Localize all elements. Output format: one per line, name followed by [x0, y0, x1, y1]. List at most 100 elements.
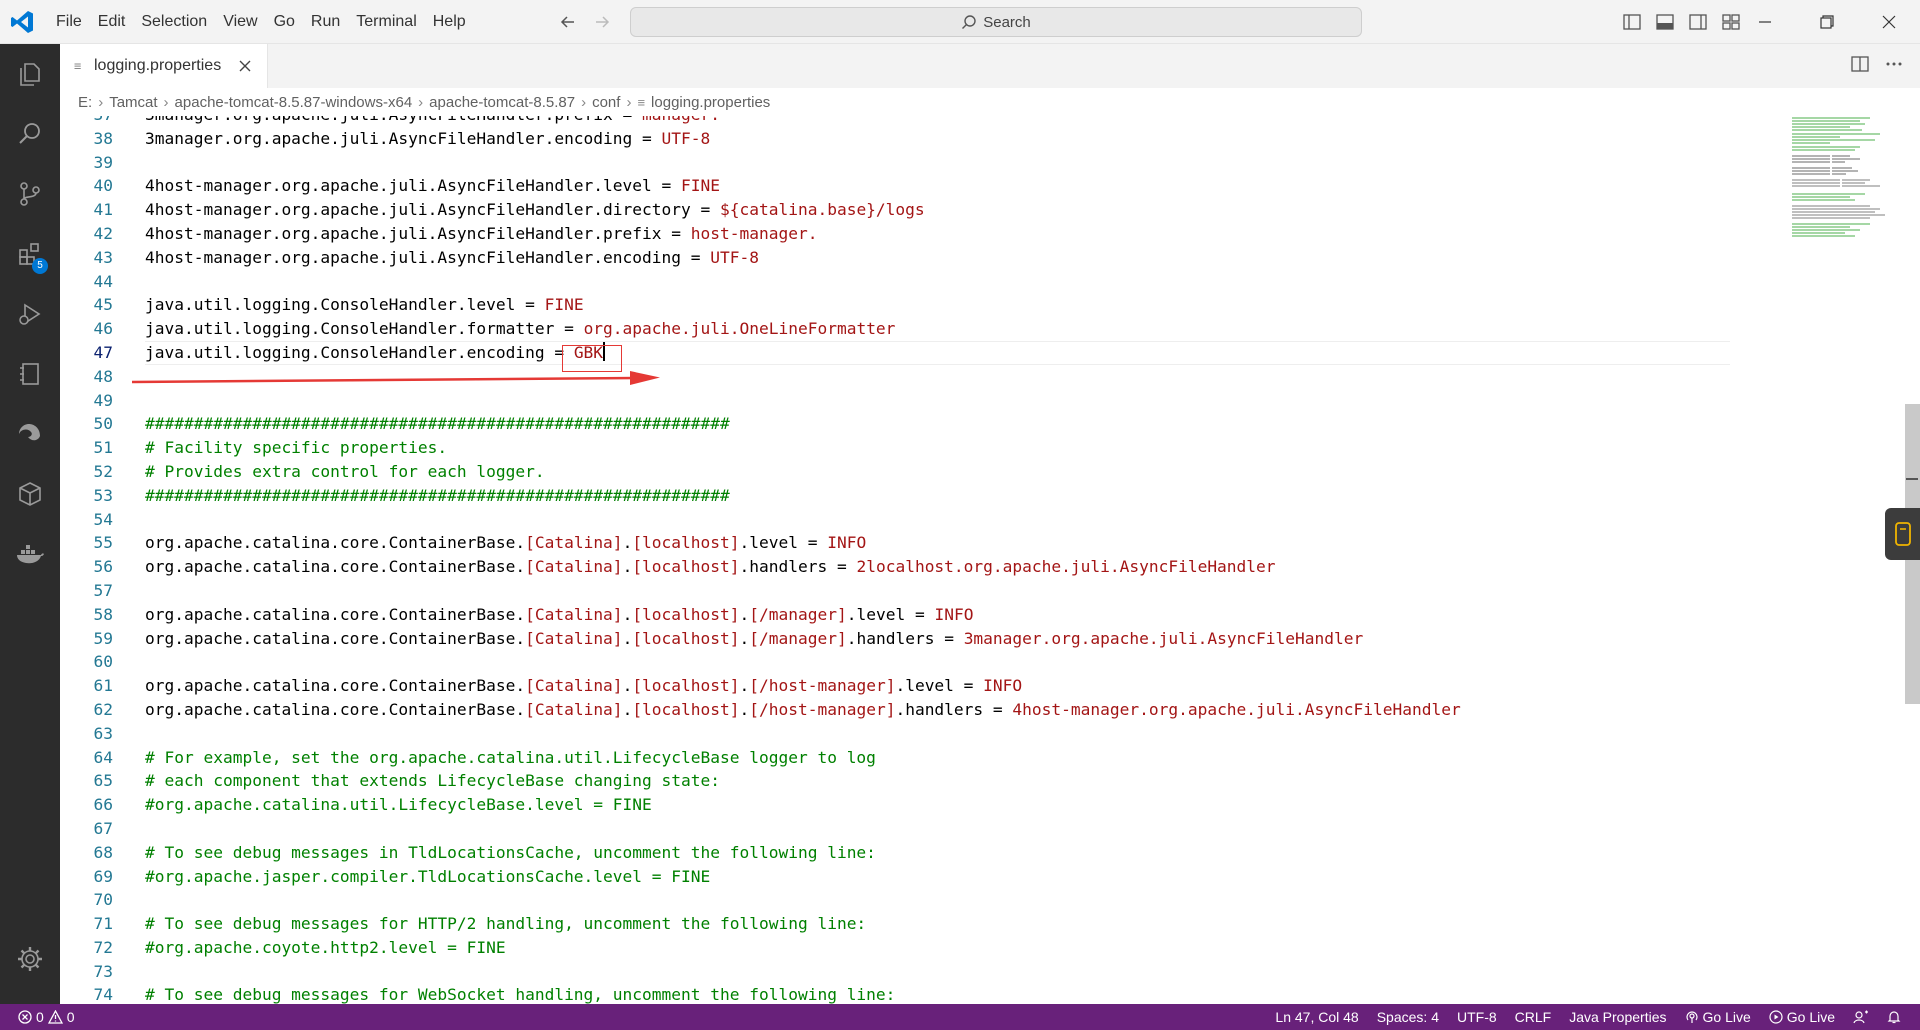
- menu-selection[interactable]: Selection: [133, 8, 215, 36]
- code-line[interactable]: 55 org.apache.catalina.core.ContainerBase…: [60, 531, 1860, 555]
- code-line[interactable]: 57: [60, 579, 1860, 603]
- menu-help[interactable]: Help: [425, 8, 474, 36]
- code-line[interactable]: 37 3manager.org.apache.juli.AsyncFileHand…: [60, 116, 1860, 127]
- minimap[interactable]: [1790, 116, 1900, 276]
- go-live-button[interactable]: Go Live: [1676, 1009, 1760, 1025]
- code-line[interactable]: 64 # For example, set the org.apache.cata…: [60, 746, 1860, 770]
- language-mode[interactable]: Java Properties: [1560, 1009, 1675, 1025]
- code-line[interactable]: 45 java.util.logging.ConsoleHandler.level…: [60, 293, 1860, 317]
- code-line[interactable]: 38 3manager.org.apache.juli.AsyncFileHand…: [60, 127, 1860, 151]
- code-line[interactable]: 72 #org.apache.coyote.http2.level = FINE: [60, 936, 1860, 960]
- property-value: INFO: [827, 533, 867, 553]
- edge-devtools-icon[interactable]: [0, 404, 60, 464]
- search-sidebar-icon[interactable]: [0, 104, 60, 164]
- close-icon[interactable]: [235, 56, 255, 76]
- line-number: 71: [93, 914, 114, 934]
- close-window-icon[interactable]: [1858, 0, 1920, 44]
- line-number: 72: [93, 937, 114, 957]
- menu-view[interactable]: View: [215, 8, 265, 36]
- code-line[interactable]: 73: [60, 960, 1860, 984]
- code-line[interactable]: 53 ######################################…: [60, 484, 1860, 508]
- code-line[interactable]: 68 # To see debug messages in TldLocation…: [60, 841, 1860, 865]
- code-line[interactable]: 49: [60, 389, 1860, 413]
- code-line[interactable]: 41 4host-manager.org.apache.juli.AsyncFil…: [60, 198, 1860, 222]
- code-line[interactable]: 42 4host-manager.org.apache.juli.AsyncFil…: [60, 222, 1860, 246]
- property-key: 4host-manager.org.apache.juli.AsyncFileH…: [145, 176, 682, 196]
- split-editor-icon[interactable]: [1850, 54, 1870, 78]
- code-line[interactable]: 52 # Provides extra control for each logg…: [60, 460, 1860, 484]
- code-line[interactable]: 58 org.apache.catalina.core.ContainerBase…: [60, 603, 1860, 627]
- property-key: .: [739, 699, 750, 719]
- code-line[interactable]: 69 #org.apache.jasper.compiler.TldLocatio…: [60, 865, 1860, 889]
- code-line[interactable]: 40 4host-manager.org.apache.juli.AsyncFil…: [60, 174, 1860, 198]
- code-line[interactable]: 44: [60, 270, 1860, 294]
- code-line[interactable]: 65 # each component that extends Lifecycl…: [60, 769, 1860, 793]
- forward-arrow-icon[interactable]: [590, 10, 614, 34]
- menu-go[interactable]: Go: [266, 8, 303, 36]
- code-line[interactable]: 70: [60, 888, 1860, 912]
- line-number: 58: [93, 604, 114, 624]
- extensions-icon[interactable]: 5: [0, 224, 60, 284]
- editor-actions: [1850, 54, 1904, 78]
- code-line[interactable]: 71 # To see debug messages for HTTP/2 han…: [60, 912, 1860, 936]
- package-box-icon[interactable]: [0, 464, 60, 524]
- code-line[interactable]: 56 org.apache.catalina.core.ContainerBase…: [60, 555, 1860, 579]
- breadcrumb-conf[interactable]: conf: [592, 94, 620, 111]
- code-line[interactable]: 46 java.util.logging.ConsoleHandler.forma…: [60, 317, 1860, 341]
- breadcrumb-tomcat[interactable]: apache-tomcat-8.5.87: [429, 94, 575, 111]
- notifications-bell-icon[interactable]: [1878, 1010, 1910, 1024]
- breadcrumb-tomcat-x64[interactable]: apache-tomcat-8.5.87-windows-x64: [175, 94, 413, 111]
- code-line[interactable]: 63: [60, 722, 1860, 746]
- source-control-icon[interactable]: [0, 164, 60, 224]
- breadcrumb-tamcat[interactable]: Tamcat: [109, 94, 157, 111]
- toggle-panel-icon[interactable]: [1653, 10, 1677, 34]
- breadcrumb-drive[interactable]: E:: [78, 94, 92, 111]
- restore-icon[interactable]: [1796, 0, 1858, 44]
- minimize-icon[interactable]: [1734, 0, 1796, 44]
- settings-gear-icon[interactable]: [0, 929, 60, 989]
- property-value: ${catalina.base}/logs: [720, 200, 925, 220]
- command-center-search[interactable]: Search: [630, 7, 1362, 37]
- code-line[interactable]: 60: [60, 650, 1860, 674]
- code-line[interactable]: 59 org.apache.catalina.core.ContainerBase…: [60, 627, 1860, 651]
- problems-indicator[interactable]: 0 0: [18, 1004, 75, 1030]
- cursor-position[interactable]: Ln 47, Col 48: [1266, 1009, 1367, 1025]
- feedback-icon[interactable]: [1844, 1010, 1878, 1024]
- toggle-secondary-sidebar-icon[interactable]: [1686, 10, 1710, 34]
- toggle-primary-sidebar-icon[interactable]: [1620, 10, 1644, 34]
- indentation-setting[interactable]: Spaces: 4: [1368, 1009, 1448, 1025]
- code-line[interactable]: 47 java.util.logging.ConsoleHandler.encod…: [60, 340, 1860, 365]
- code-line[interactable]: 43 4host-manager.org.apache.juli.AsyncFil…: [60, 246, 1860, 270]
- docker-icon[interactable]: [0, 524, 60, 584]
- code-line[interactable]: 54: [60, 508, 1860, 532]
- back-arrow-icon[interactable]: [556, 10, 580, 34]
- explorer-icon[interactable]: [0, 44, 60, 104]
- menu-run[interactable]: Run: [303, 8, 348, 36]
- line-ending[interactable]: CRLF: [1506, 1009, 1561, 1025]
- go-live-button-2[interactable]: Go Live: [1760, 1009, 1844, 1025]
- file-encoding[interactable]: UTF-8: [1448, 1009, 1506, 1025]
- code-line[interactable]: 67: [60, 817, 1860, 841]
- run-debug-icon[interactable]: [0, 284, 60, 344]
- error-icon: [18, 1010, 32, 1024]
- notebook-icon[interactable]: [0, 344, 60, 404]
- more-actions-icon[interactable]: [1884, 54, 1904, 78]
- code-line[interactable]: 62 org.apache.catalina.core.ContainerBase…: [60, 698, 1860, 722]
- line-number: 67: [93, 818, 114, 838]
- line-number: 39: [93, 152, 114, 172]
- code-line[interactable]: 39: [60, 151, 1860, 175]
- code-editor[interactable]: 37 3manager.org.apache.juli.AsyncFileHand…: [60, 116, 1920, 1004]
- line-number: 44: [93, 271, 114, 291]
- breadcrumb-file[interactable]: logging.properties: [651, 94, 770, 111]
- code-line[interactable]: 66 #org.apache.catalina.util.LifecycleBas…: [60, 793, 1860, 817]
- tab-logging-properties[interactable]: ≡ logging.properties: [60, 44, 268, 88]
- floating-extension-button[interactable]: [1885, 508, 1920, 560]
- menu-edit[interactable]: Edit: [90, 8, 134, 36]
- code-line[interactable]: 61 org.apache.catalina.core.ContainerBase…: [60, 674, 1860, 698]
- menu-file[interactable]: File: [48, 8, 90, 36]
- code-line[interactable]: 74 # To see debug messages for WebSocket …: [60, 983, 1860, 1004]
- comment-text: # To see debug messages for HTTP/2 handl…: [145, 914, 867, 934]
- code-line[interactable]: 51 # Facility specific properties.: [60, 436, 1860, 460]
- code-line[interactable]: 50 ######################################…: [60, 412, 1860, 436]
- menu-terminal[interactable]: Terminal: [348, 8, 424, 36]
